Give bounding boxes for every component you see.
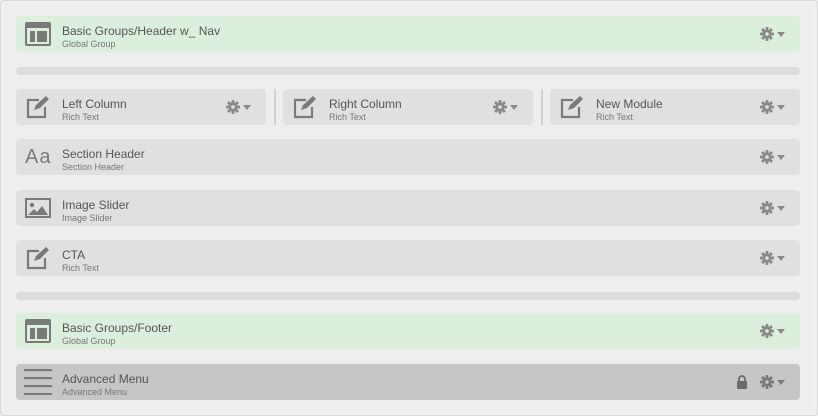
- text-icon: Aa: [25, 146, 52, 168]
- module-title: Basic Groups/Header w_ Nav: [62, 24, 221, 38]
- gear-menu-icon[interactable]: [760, 251, 786, 265]
- edit-icon: [559, 95, 585, 119]
- module-cta[interactable]: CTA Rich Text: [16, 240, 800, 276]
- module-subtitle: Rich Text: [596, 112, 633, 122]
- module-section-header[interactable]: Aa Section Header Section Header: [16, 139, 800, 175]
- column-resize-handle[interactable]: [541, 89, 543, 125]
- layout-canvas: Basic Groups/Header w_ Nav Global Group …: [5, 3, 811, 411]
- edit-icon: [25, 246, 51, 270]
- gear-menu-icon[interactable]: [760, 201, 786, 215]
- module-left-column[interactable]: Left Column Rich Text: [16, 89, 266, 125]
- module-title: New Module: [596, 97, 663, 111]
- module-subtitle: Rich Text: [62, 112, 99, 122]
- row-divider: [16, 67, 800, 75]
- module-subtitle: Advanced Menu: [62, 387, 128, 397]
- module-subtitle: Global Group: [62, 336, 116, 346]
- module-title: Basic Groups/Footer: [62, 321, 173, 335]
- module-title: CTA: [62, 248, 86, 262]
- edit-icon: [292, 95, 318, 119]
- column-resize-handle[interactable]: [274, 89, 276, 125]
- edit-icon: [25, 95, 51, 119]
- module-right-column[interactable]: Right Column Rich Text: [283, 89, 533, 125]
- module-footer-group[interactable]: Basic Groups/Footer Global Group: [16, 313, 800, 349]
- gear-menu-icon[interactable]: [760, 27, 786, 41]
- layout-icon: [25, 22, 51, 46]
- module-subtitle: Rich Text: [62, 263, 99, 273]
- module-title: Advanced Menu: [62, 372, 149, 386]
- module-advanced-menu[interactable]: Advanced Menu Advanced Menu: [16, 364, 800, 400]
- gear-menu-icon[interactable]: [493, 100, 519, 114]
- module-subtitle: Rich Text: [329, 112, 366, 122]
- module-header-group[interactable]: Basic Groups/Header w_ Nav Global Group: [16, 16, 800, 52]
- gear-menu-icon[interactable]: [760, 375, 786, 389]
- menu-icon: [24, 369, 52, 396]
- image-icon: [25, 196, 51, 220]
- module-title: Section Header: [62, 147, 145, 161]
- module-title: Image Slider: [62, 198, 130, 212]
- module-subtitle: Section Header: [62, 162, 125, 172]
- module-title: Left Column: [62, 97, 127, 111]
- gear-menu-icon[interactable]: [760, 324, 786, 338]
- module-new-module[interactable]: New Module Rich Text: [550, 89, 800, 125]
- module-image-slider[interactable]: Image Slider Image Slider: [16, 190, 800, 226]
- gear-menu-icon[interactable]: [226, 100, 252, 114]
- module-subtitle: Global Group: [62, 39, 116, 49]
- gear-menu-icon[interactable]: [760, 100, 786, 114]
- module-subtitle: Image Slider: [62, 213, 113, 223]
- lock-icon: [736, 375, 748, 389]
- module-title: Right Column: [329, 97, 402, 111]
- layout-icon: [25, 319, 51, 343]
- row-divider: [16, 292, 800, 300]
- gear-menu-icon[interactable]: [760, 150, 786, 164]
